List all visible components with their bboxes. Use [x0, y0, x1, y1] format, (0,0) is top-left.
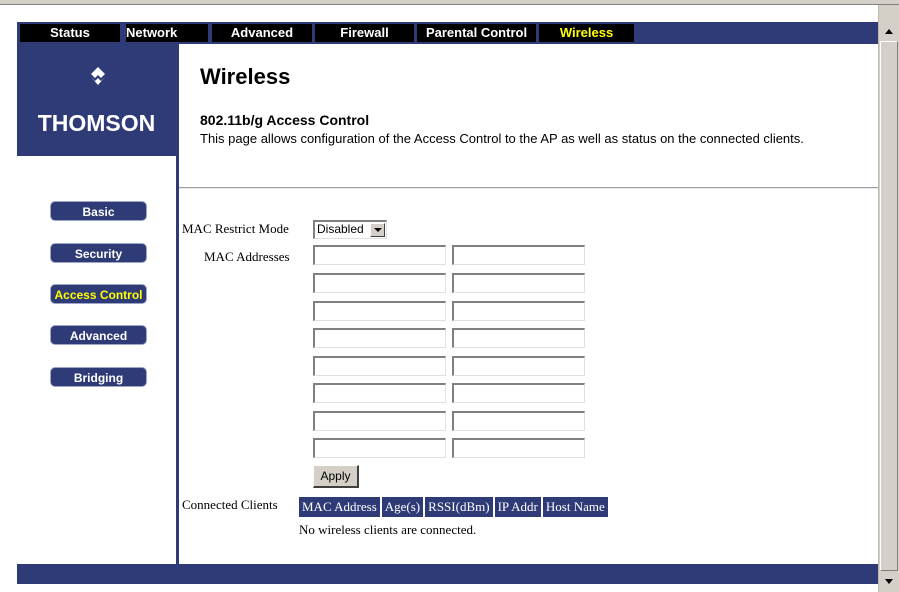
window-top-border	[0, 0, 899, 5]
connected-clients-label: Connected Clients	[182, 497, 278, 512]
mac-address-field-12[interactable]	[452, 383, 585, 403]
thomson-logo-icon	[91, 67, 105, 85]
mac-address-field-7[interactable]	[313, 328, 446, 348]
mac-address-field-6[interactable]	[452, 301, 585, 321]
sidebar-item-security[interactable]: Security	[50, 243, 147, 263]
scroll-down-arrow-icon[interactable]	[879, 571, 899, 591]
tab-firewall[interactable]: Firewall	[315, 24, 414, 42]
mac-address-field-4[interactable]	[452, 273, 585, 293]
page-title: Wireless	[200, 64, 291, 89]
sidebar-item-basic[interactable]: Basic	[50, 201, 147, 221]
mac-address-field-8[interactable]	[452, 328, 585, 348]
column-header-rssi: RSSI(dBm)	[425, 497, 493, 517]
apply-button[interactable]: Apply	[313, 465, 359, 488]
mac-address-field-2[interactable]	[452, 245, 585, 265]
tab-advanced[interactable]: Advanced	[212, 24, 312, 42]
mac-restrict-mode-label: MAC Restrict Mode	[182, 221, 289, 236]
window-left-margin	[0, 5, 17, 592]
mac-address-field-9[interactable]	[313, 356, 446, 376]
window-bottom-margin	[0, 584, 878, 592]
sidebar-item-advanced[interactable]: Advanced	[50, 325, 147, 345]
mac-address-field-13[interactable]	[313, 411, 446, 431]
page-description: This page allows configuration of the Ac…	[200, 131, 804, 146]
clients-table-header: MAC Address Age(s) RSSI(dBm) IP Addr Hos…	[299, 497, 610, 517]
tab-parental-control[interactable]: Parental Control	[417, 24, 536, 42]
header-divider	[179, 187, 878, 189]
logo-brand-text: THOMSON	[37, 110, 156, 136]
no-clients-message: No wireless clients are connected.	[299, 522, 477, 537]
section-title: 802.11b/g Access Control	[200, 112, 370, 128]
tab-wireless[interactable]: Wireless	[539, 24, 634, 42]
scrollbar-thumb[interactable]	[880, 41, 898, 571]
mac-restrict-mode-select[interactable]: Disabled	[313, 220, 387, 239]
column-header-age: Age(s)	[381, 497, 424, 517]
mac-address-field-1[interactable]	[313, 245, 446, 265]
sidebar-divider	[176, 44, 179, 564]
mac-address-field-11[interactable]	[313, 383, 446, 403]
mac-address-field-15[interactable]	[313, 438, 446, 458]
thomson-logo: THOMSON	[17, 44, 176, 156]
column-header-ip-addr: IP Addr	[494, 497, 541, 517]
tab-status[interactable]: Status	[20, 24, 120, 42]
column-header-mac-address: MAC Address	[299, 497, 380, 517]
scroll-up-arrow-icon[interactable]	[879, 21, 899, 41]
mac-address-field-14[interactable]	[452, 411, 585, 431]
mac-restrict-mode-value: Disabled	[317, 222, 364, 236]
column-header-host-name: Host Name	[542, 497, 608, 517]
dropdown-arrow-icon[interactable]	[370, 223, 385, 237]
tab-network[interactable]: Network	[126, 24, 208, 42]
footer-bar	[17, 564, 878, 584]
mac-address-field-16[interactable]	[452, 438, 585, 458]
top-nav: Status Network Advanced Firewall Parenta…	[17, 22, 878, 44]
mac-address-field-10[interactable]	[452, 356, 585, 376]
mac-address-field-3[interactable]	[313, 273, 446, 293]
vertical-scrollbar[interactable]	[878, 5, 899, 592]
sidebar-item-bridging[interactable]: Bridging	[50, 367, 147, 387]
mac-addresses-label: MAC Addresses	[204, 249, 290, 264]
sidebar-item-access-control[interactable]: Access Control	[50, 284, 147, 304]
mac-address-field-5[interactable]	[313, 301, 446, 321]
